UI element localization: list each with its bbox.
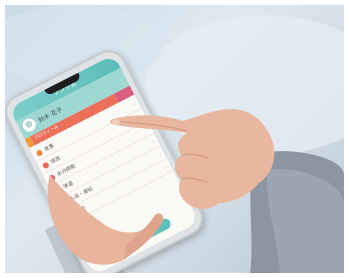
photo-frame: アプリ名 鈴木 花子 プロフィール 食事 › 排泄 水分摂取 › 体温 › 入浴…	[5, 5, 344, 273]
hands	[47, 109, 275, 265]
fingertip	[112, 119, 120, 125]
right-hand	[110, 109, 275, 209]
